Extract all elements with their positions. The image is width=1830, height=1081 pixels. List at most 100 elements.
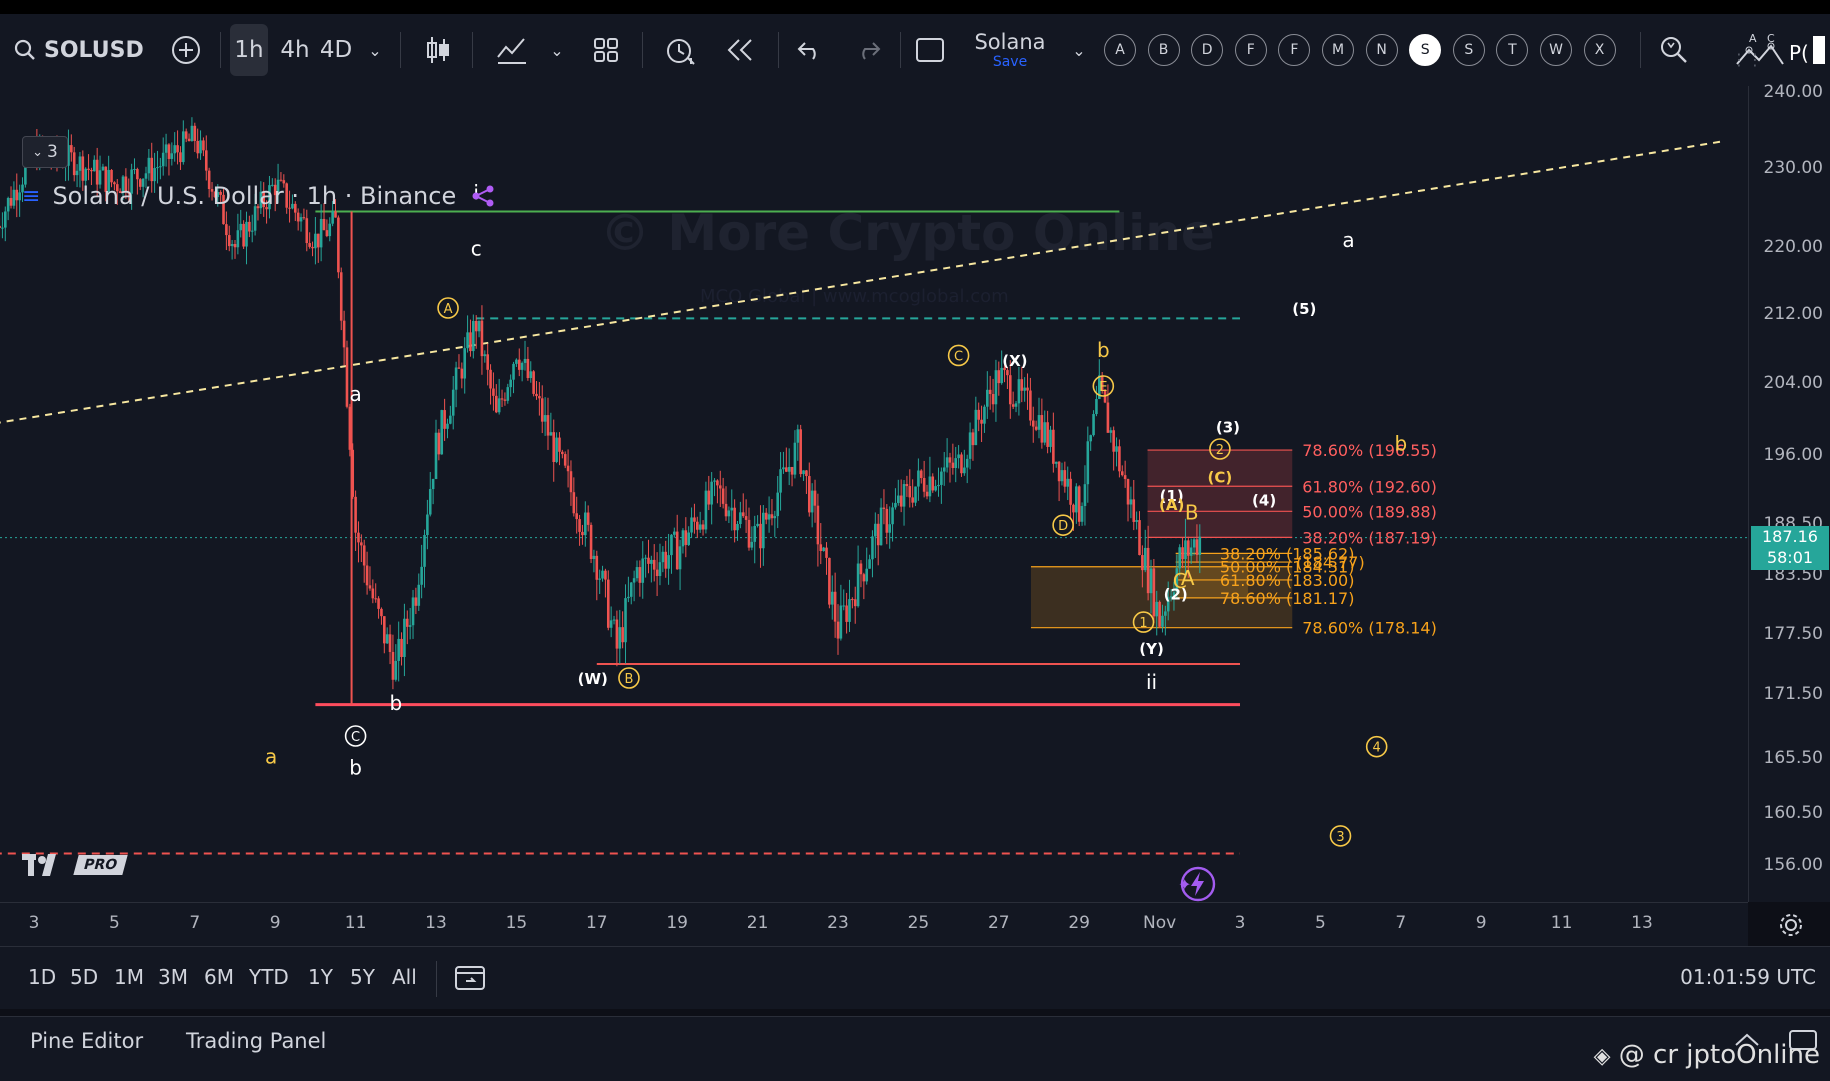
candle-body <box>365 565 369 586</box>
fib-red-label: 61.80% (192.60) <box>1302 477 1437 496</box>
indicators-collapse-button[interactable]: ⌄ 3 <box>22 136 68 168</box>
candle-body <box>227 235 231 247</box>
credit-text: @ cr jptoOnline <box>1618 1040 1820 1070</box>
candle-body <box>546 415 550 436</box>
candle-body <box>563 454 567 466</box>
pine-editor-tab[interactable]: Pine Editor <box>30 1029 143 1053</box>
candle-body <box>95 159 99 185</box>
candle-body <box>434 432 438 479</box>
fib-red-label: 78.60% (196.55) <box>1302 441 1437 460</box>
share-icon[interactable] <box>470 183 496 209</box>
time-tick: 27 <box>987 913 1010 933</box>
candle-body <box>535 393 538 397</box>
candle-body <box>18 192 21 201</box>
timeframe-4d-button[interactable]: 4D <box>316 14 356 86</box>
legend-menu-icon[interactable]: ≡ <box>22 184 40 209</box>
candle-body <box>472 321 475 352</box>
drawing-tool-x-button[interactable]: X <box>1583 34 1616 66</box>
range-ytd-button[interactable]: YTD <box>249 965 289 989</box>
drawing-tool-a-button[interactable]: A <box>1104 34 1136 66</box>
timeframe-1h-button[interactable]: 1h <box>230 24 268 76</box>
alert-button[interactable] <box>660 14 700 86</box>
price-axis-grip-icon[interactable]: ⋮⋮ <box>1731 50 1763 69</box>
drawing-tool-m-button[interactable]: M <box>1322 34 1354 66</box>
drawing-tool-s-button[interactable]: S <box>1452 34 1485 66</box>
trading-panel-tab[interactable]: Trading Panel <box>186 1029 326 1053</box>
compare-symbol-button[interactable] <box>166 14 206 86</box>
candle-body <box>391 651 395 680</box>
candle-body <box>449 415 452 424</box>
range-all-button[interactable]: All <box>392 965 417 989</box>
quick-search-button[interactable] <box>1654 14 1694 86</box>
candle-body <box>1034 426 1038 430</box>
candle-body <box>592 555 596 560</box>
time-tick: Nov <box>1143 913 1177 933</box>
candle-body <box>635 567 639 579</box>
candle-body <box>225 224 228 236</box>
wave-label: (W) <box>578 670 608 688</box>
candle-body <box>833 591 837 622</box>
goto-date-icon[interactable] <box>454 963 488 993</box>
settings-gear-icon[interactable] <box>1778 912 1804 938</box>
drawing-tool-b-button[interactable]: B <box>1147 34 1180 66</box>
range-3m-button[interactable]: 3M <box>158 965 188 989</box>
candle-body <box>385 634 389 644</box>
chevron-down-icon[interactable]: ⌄ <box>1068 14 1090 86</box>
chevron-down-icon[interactable]: ⌄ <box>362 14 388 86</box>
layout-name-button[interactable]: Solana Save <box>970 30 1050 70</box>
candle-body <box>345 347 349 407</box>
candle-body <box>1057 461 1061 482</box>
candle-body <box>1184 540 1187 560</box>
range-1m-button[interactable]: 1M <box>114 965 144 989</box>
chevron-down-icon[interactable]: ⌄ <box>546 14 568 86</box>
redo-button[interactable] <box>848 14 888 86</box>
layouts-button[interactable] <box>586 14 626 86</box>
replay-button[interactable] <box>720 14 760 86</box>
candle-body <box>914 486 917 503</box>
candle-body <box>1040 415 1044 443</box>
range-5d-button[interactable]: 5D <box>70 965 98 989</box>
candle-body <box>110 169 113 183</box>
price-axis[interactable]: 240.00 230.00 220.00 212.00 204.00 196.00 188.… <box>1731 50 1830 902</box>
drawing-tool-t-button[interactable]: T <box>1496 34 1529 66</box>
tradingview-logo: PRO <box>22 852 128 878</box>
candle-body <box>991 394 995 405</box>
chart-type-button[interactable] <box>418 14 458 86</box>
drawing-tool-w-button[interactable]: W <box>1540 34 1572 66</box>
candle-body <box>693 517 696 522</box>
candle-body <box>756 523 759 527</box>
candle-body <box>997 370 1001 384</box>
drawing-tool-f-button[interactable]: F <box>1234 34 1267 66</box>
candle-body <box>828 557 831 605</box>
symbol-search-button[interactable]: SOLUSD <box>14 14 144 86</box>
drawing-tool-n-button[interactable]: N <box>1365 34 1398 66</box>
candle-body <box>1095 399 1098 415</box>
candle-body <box>977 409 980 420</box>
candle-body <box>819 544 823 552</box>
drawing-tool-d-button[interactable]: D <box>1191 34 1224 66</box>
candle-body <box>15 189 19 201</box>
candle-body <box>764 512 768 520</box>
candle-body <box>793 442 797 475</box>
undo-button[interactable] <box>790 14 830 86</box>
utc-clock[interactable]: 01:01:59 UTC <box>1680 965 1816 989</box>
indicators-button[interactable] <box>492 14 532 86</box>
candle-body <box>423 535 426 567</box>
range-1d-button[interactable]: 1D <box>28 965 56 989</box>
timeframe-4h-button[interactable]: 4h <box>276 14 314 86</box>
fullscreen-button[interactable] <box>910 14 950 86</box>
candle-body <box>348 406 352 450</box>
drawing-tool-f-button[interactable]: F <box>1278 34 1311 66</box>
candle-body <box>480 320 484 357</box>
candle-body <box>414 597 418 606</box>
candle-body <box>1072 504 1075 513</box>
drawing-tool-s-button[interactable]: S <box>1409 34 1442 66</box>
time-axis[interactable]: 3 5 7 9 11 13 15 17 19 21 23 25 27 29 Nov 3 5 7 9 11 13 <box>0 902 1802 947</box>
range-6m-button[interactable]: 6M <box>204 965 234 989</box>
alarm-clock-icon <box>667 39 695 65</box>
ideas-lightning-icon[interactable]: ✦ <box>1176 864 1220 904</box>
chart-pane[interactable]: © More Crypto Online MCO Global | www.mc… <box>0 86 1748 902</box>
range-1y-button[interactable]: 1Y <box>308 965 333 989</box>
candle-body <box>908 486 912 498</box>
range-5y-button[interactable]: 5Y <box>350 965 375 989</box>
